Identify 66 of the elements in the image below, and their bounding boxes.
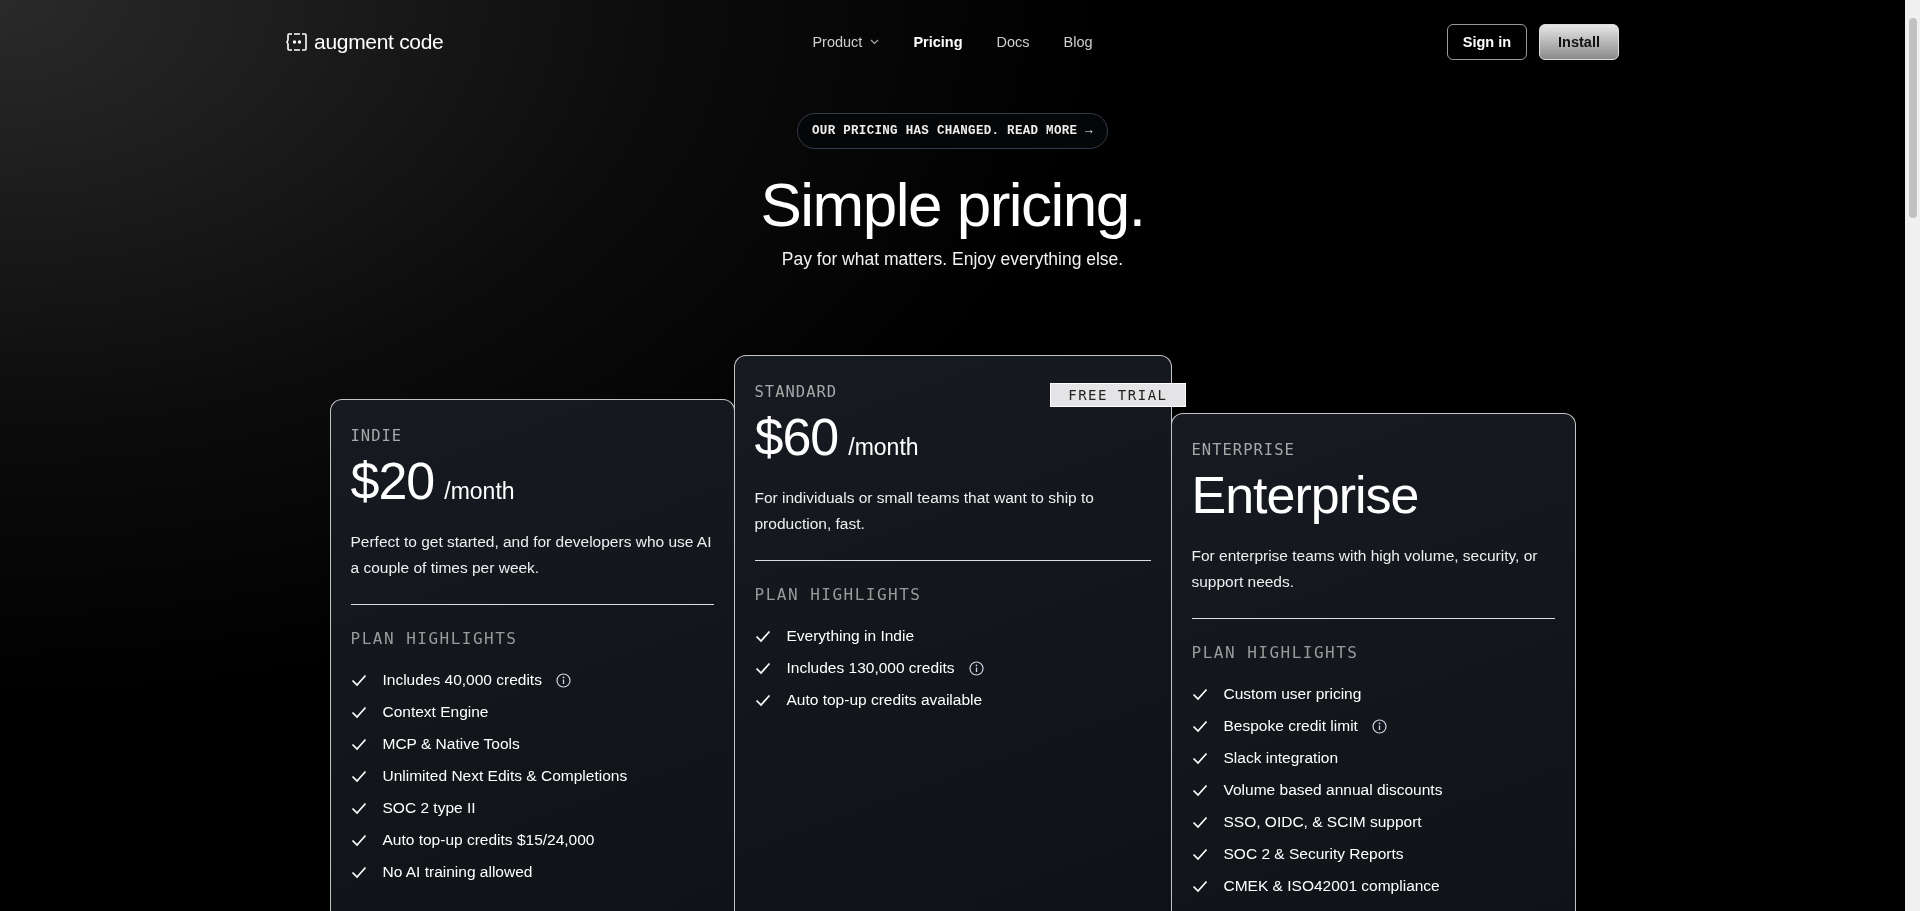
install-button[interactable]: Install: [1539, 24, 1619, 60]
nav-link[interactable]: Docs: [996, 34, 1030, 50]
logo-icon: [286, 32, 308, 52]
tier-label: ENTERPRISE: [1191, 441, 1295, 459]
plan-description: For individuals or small teams that want to ship to production, fast.: [754, 488, 1095, 534]
logo-text[interactable]: augment code: [314, 30, 444, 54]
highlights-heading: PLAN HIGHLIGHTS: [350, 629, 519, 648]
check-icon: [350, 737, 367, 751]
check-icon: [1191, 783, 1208, 797]
page-subtitle: Pay for what matters. Enjoy everything else.: [781, 249, 1124, 270]
plan-description: For enterprise teams with high volume, security, or support needs.: [1191, 546, 1539, 592]
page-title: Simple pricing.: [760, 169, 1145, 241]
info-icon[interactable]: [968, 660, 984, 676]
check-icon: [1191, 815, 1208, 829]
price-period: /month: [848, 434, 919, 461]
check-icon: [1191, 879, 1208, 893]
check-icon: [1191, 687, 1208, 701]
highlight-text: Context Engine: [382, 703, 489, 721]
sign-in-button[interactable]: Sign in: [1446, 24, 1528, 60]
highlight-text: MCP & Native Tools: [382, 735, 520, 753]
highlight-text: Volume based annual discounts: [1223, 781, 1443, 799]
tier-label: STANDARD: [754, 383, 838, 401]
plan-price: Enterprise: [1191, 465, 1419, 525]
highlights-heading: PLAN HIGHLIGHTS: [754, 585, 923, 604]
check-icon: [1191, 751, 1208, 765]
highlight-text: SOC 2 type II: [382, 799, 476, 817]
check-icon: [1191, 847, 1208, 861]
check-icon: [754, 629, 771, 643]
highlight-text: Custom user pricing: [1223, 685, 1362, 703]
highlight-text: Includes 130,000 credits: [786, 659, 955, 677]
highlight-text: SSO, OIDC, & SCIM support: [1223, 813, 1422, 831]
highlight-text: SOC 2 & Security Reports: [1223, 845, 1404, 863]
price-period: /month: [444, 478, 515, 505]
nav-link[interactable]: Blog: [1063, 34, 1093, 50]
highlight-text: Unlimited Next Edits & Completions: [382, 767, 628, 785]
highlight-text: Includes 40,000 credits: [382, 671, 542, 689]
check-icon: [1191, 719, 1208, 733]
plan-price: $60: [754, 407, 839, 467]
check-icon: [754, 661, 771, 675]
highlight-text: Bespoke credit limit: [1223, 717, 1358, 735]
highlight-text: CMEK & ISO42001 compliance: [1223, 877, 1440, 895]
check-icon: [350, 769, 367, 783]
check-icon: [350, 833, 367, 847]
highlight-text: Auto top-up credits available: [786, 691, 983, 709]
info-icon[interactable]: [1371, 718, 1387, 734]
highlight-text: Slack integration: [1223, 749, 1339, 767]
free-trial-badge: FREE TRIAL: [1050, 383, 1186, 407]
highlight-text: No AI training allowed: [382, 863, 533, 881]
check-icon: [350, 705, 367, 719]
plan-description: Perfect to get started, and for developers who use AI a couple of times per week.: [350, 532, 713, 578]
check-icon: [754, 693, 771, 707]
check-icon: [350, 801, 367, 815]
scrollbar-thumb[interactable]: [1908, 18, 1917, 218]
announcement-link[interactable]: OUR PRICING HAS CHANGED. READ MORE →: [797, 113, 1108, 149]
nav-link[interactable]: Product: [812, 34, 880, 50]
highlights-heading: PLAN HIGHLIGHTS: [1191, 643, 1360, 662]
highlight-text: Everything in Indie: [786, 627, 915, 645]
scrollbar[interactable]: [1905, 0, 1920, 911]
check-icon: [350, 865, 367, 879]
check-icon: [350, 673, 367, 687]
highlight-text: Auto top-up credits $15/24,000: [382, 831, 595, 849]
info-icon[interactable]: [555, 672, 571, 688]
tier-label: INDIE: [350, 427, 403, 445]
plan-price: $20: [350, 451, 435, 511]
nav-link[interactable]: Pricing: [913, 34, 963, 50]
chevron-icon: [870, 39, 880, 45]
